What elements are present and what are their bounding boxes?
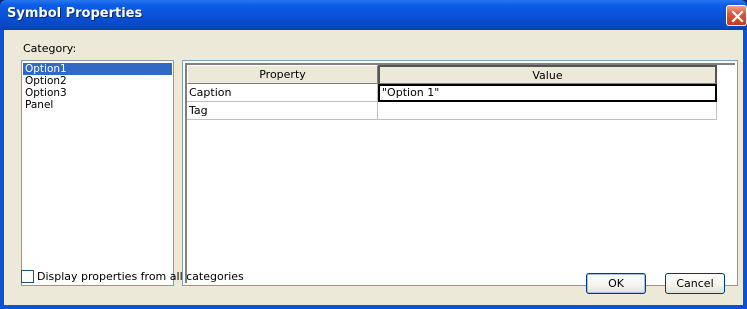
category-item-option3[interactable]: Option3 xyxy=(23,87,172,99)
value-cell-caption[interactable]: "Option 1" xyxy=(378,84,717,102)
column-header-property[interactable]: Property xyxy=(187,65,378,84)
category-label: Category: xyxy=(23,42,77,55)
property-grid-body: Property Value Caption "Option 1" Tag xyxy=(185,63,735,283)
symbol-properties-dialog: Symbol Properties Category: Option1 Opti… xyxy=(0,0,747,309)
property-cell-tag[interactable]: Tag xyxy=(187,102,378,120)
category-item-option1[interactable]: Option1 xyxy=(23,63,172,75)
property-grid[interactable]: Property Value Caption "Option 1" Tag xyxy=(182,60,738,286)
close-icon xyxy=(731,10,744,23)
ok-button[interactable]: OK xyxy=(586,273,646,294)
property-cell-caption[interactable]: Caption xyxy=(187,84,378,102)
category-item-option2[interactable]: Option2 xyxy=(23,75,172,87)
window-frame-bottom xyxy=(0,305,747,309)
title-bar[interactable]: Symbol Properties xyxy=(0,0,747,30)
value-cell-tag[interactable] xyxy=(378,102,717,120)
display-all-categories-label[interactable]: Display properties from all categories xyxy=(37,270,244,283)
dialog-title: Symbol Properties xyxy=(7,6,143,21)
column-header-value[interactable]: Value xyxy=(378,65,717,84)
window-frame-right xyxy=(743,30,747,309)
category-listbox[interactable]: Option1 Option2 Option3 Panel xyxy=(21,60,174,286)
cancel-button[interactable]: Cancel xyxy=(665,273,725,294)
category-item-panel[interactable]: Panel xyxy=(23,99,172,111)
dialog-body: Category: Option1 Option2 Option3 Panel … xyxy=(4,30,743,305)
close-button[interactable] xyxy=(726,5,747,26)
display-all-categories-checkbox[interactable] xyxy=(21,270,34,283)
